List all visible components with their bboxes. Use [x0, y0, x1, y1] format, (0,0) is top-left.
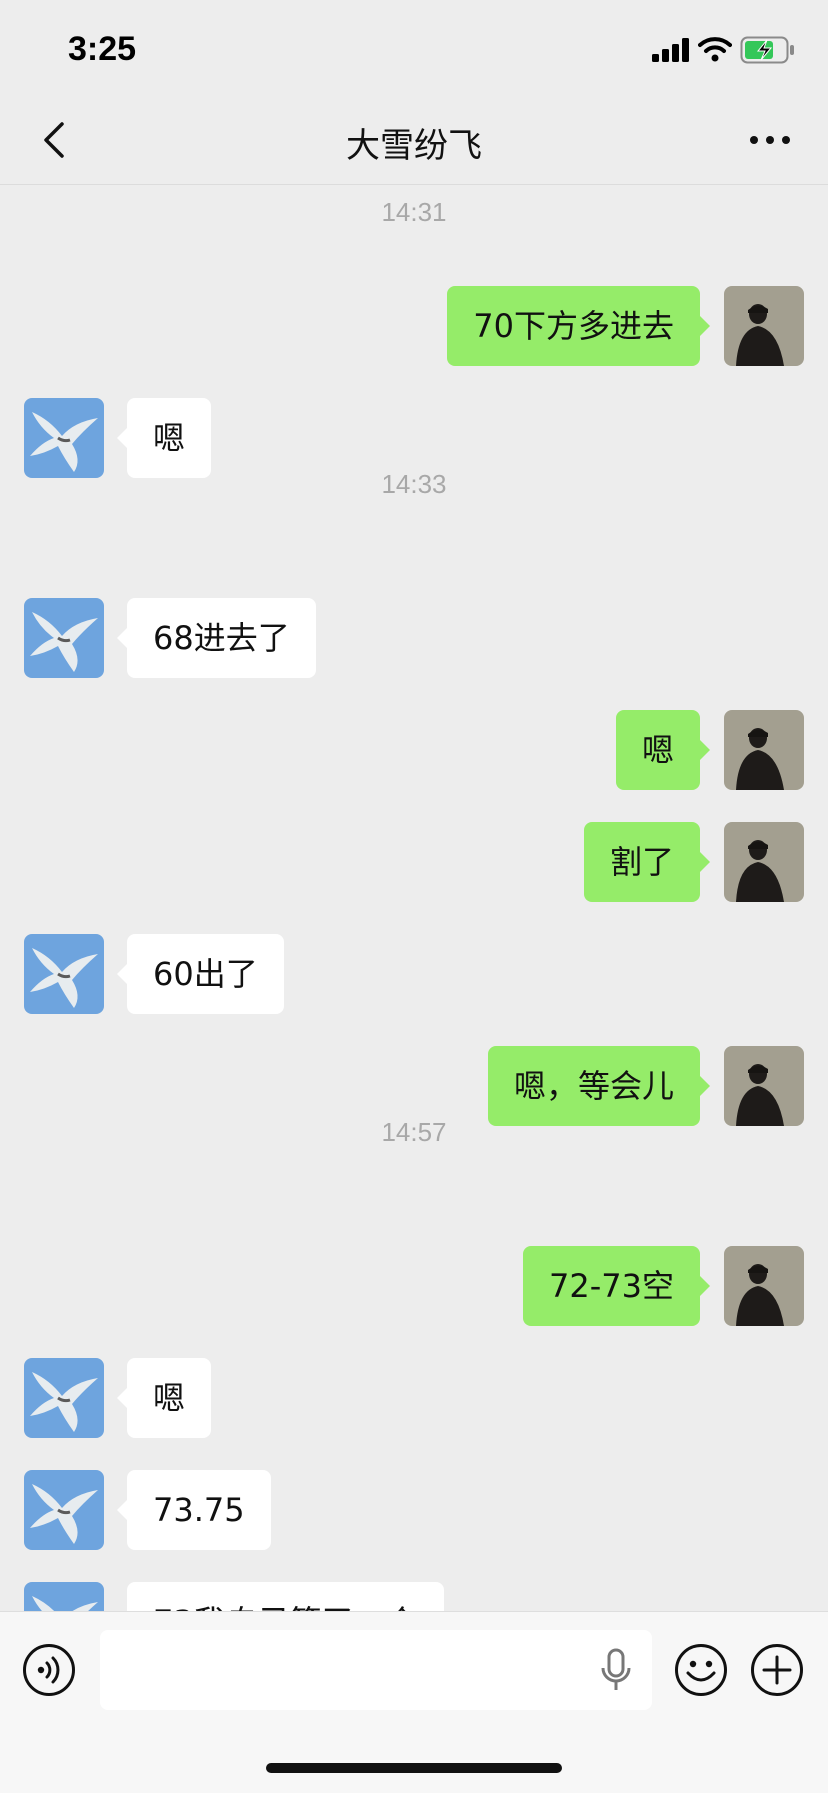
message-input[interactable]	[100, 1630, 652, 1710]
timestamp: 14:57	[381, 1117, 447, 1147]
message-bubble-received[interactable]: 73.75	[117, 1470, 271, 1550]
message-bubble-sent[interactable]: 72-73空	[523, 1246, 710, 1326]
timestamp: 14:33	[381, 469, 447, 499]
message-bubble-sent[interactable]: 嗯	[615, 710, 711, 790]
status-bar: 3:25	[0, 0, 828, 96]
self-avatar[interactable]	[724, 710, 804, 790]
message-bubble-sent[interactable]: 割了	[583, 822, 711, 902]
contact-avatar[interactable]	[24, 934, 104, 1014]
plus-icon[interactable]	[750, 1643, 804, 1697]
battery-icon	[740, 36, 794, 64]
contact-avatar[interactable]	[24, 1470, 104, 1550]
message-bubble-received[interactable]: 嗯	[116, 398, 212, 478]
contact-avatar[interactable]	[24, 398, 104, 478]
voice-icon[interactable]	[22, 1643, 76, 1697]
contact-avatar[interactable]	[24, 1582, 104, 1611]
message-bubble-received[interactable]: 60出了	[117, 934, 284, 1014]
contact-avatar[interactable]	[24, 598, 104, 678]
chat-title: 大雪纷飞	[346, 126, 482, 166]
message-bubble-sent[interactable]: 嗯，等会儿	[487, 1046, 711, 1126]
message-bubble-received[interactable]: 68进去了	[117, 598, 316, 678]
message-bubble-sent[interactable]: 70下方多进去	[447, 286, 710, 366]
self-avatar[interactable]	[724, 1246, 804, 1326]
more-dots-icon[interactable]	[746, 122, 794, 158]
nav-bar: 大雪纷飞	[0, 96, 828, 185]
self-avatar[interactable]	[724, 286, 804, 366]
timestamp: 14:31	[381, 197, 447, 227]
emoji-icon[interactable]	[674, 1643, 728, 1697]
message-bubble-received[interactable]: 73我自己算了一个	[127, 1582, 444, 1611]
message-bubble-received[interactable]: 嗯	[116, 1358, 212, 1438]
self-avatar[interactable]	[724, 822, 804, 902]
self-avatar[interactable]	[724, 1046, 804, 1126]
input-bar	[0, 1611, 828, 1793]
contact-avatar[interactable]	[24, 1358, 104, 1438]
home-indicator[interactable]	[266, 1763, 562, 1773]
microphone-icon[interactable]	[600, 1648, 632, 1692]
chat-area[interactable]: 14:31 70下方多进去 嗯 14:33 68进去了 嗯 割了 60出了 嗯，…	[0, 185, 828, 1611]
signal-icon	[652, 38, 689, 62]
status-time: 3:25	[68, 30, 137, 68]
wifi-icon	[698, 37, 732, 62]
